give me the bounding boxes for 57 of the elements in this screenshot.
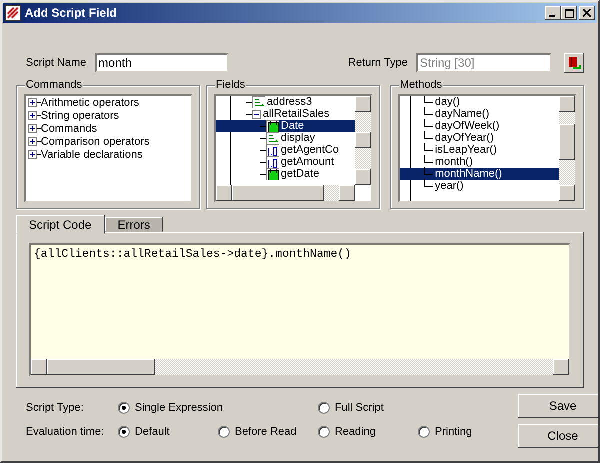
- close-button[interactable]: [579, 6, 595, 20]
- tab[interactable]: Errors: [104, 217, 164, 232]
- tree-item[interactable]: getDate: [279, 168, 322, 180]
- tree-item[interactable]: getAgentCo: [279, 144, 342, 156]
- script-type-label: Script Type:: [26, 402, 85, 414]
- return-type-label: Return Type: [348, 57, 408, 69]
- maximize-icon: [564, 8, 574, 18]
- horizontal-scrollbar[interactable]: [31, 359, 569, 375]
- dialog-button[interactable]: Close: [518, 424, 598, 448]
- close-icon: [583, 9, 591, 17]
- tree-item[interactable]: getAmount: [279, 156, 336, 168]
- method-item[interactable]: dayOfYear(): [433, 132, 496, 144]
- tab[interactable]: Script Code: [16, 215, 105, 234]
- expand-icon[interactable]: [28, 124, 37, 133]
- method-item[interactable]: dayName(): [433, 108, 492, 120]
- horizontal-scrollbar[interactable]: [216, 185, 356, 201]
- radio-option[interactable]: Printing: [418, 426, 518, 438]
- collapse-icon[interactable]: [252, 110, 261, 118]
- code-editor[interactable]: {allClients::allRetailSales->date}.monthName(): [29, 243, 571, 377]
- vertical-scrollbar[interactable]: [559, 96, 575, 201]
- window-title: Add Script Field: [25, 6, 118, 20]
- method-item[interactable]: day(): [433, 96, 462, 108]
- script-name-label: Script Name: [26, 57, 87, 69]
- tree-item[interactable]: address3: [265, 96, 314, 108]
- dialog-button[interactable]: Save: [518, 394, 598, 418]
- maximize-button[interactable]: [561, 6, 577, 20]
- evaluation-time-label: Evaluation time:: [26, 426, 106, 438]
- tree-item[interactable]: Date: [279, 120, 306, 132]
- radio-option[interactable]: Before Read: [218, 426, 318, 438]
- tree-item[interactable]: Variable declarations: [41, 148, 143, 160]
- radio-option[interactable]: Full Script: [318, 402, 384, 414]
- type-picker-button[interactable]: [564, 53, 584, 73]
- tree-item[interactable]: display: [279, 132, 318, 144]
- tree-item[interactable]: Commands: [41, 122, 98, 134]
- expand-icon[interactable]: [28, 111, 37, 120]
- text-field-icon: [266, 132, 279, 144]
- radio-option[interactable]: Default: [118, 426, 218, 438]
- number-field-icon: [266, 144, 279, 156]
- method-item[interactable]: dayOfWeek(): [433, 120, 502, 132]
- tree-item[interactable]: Comparison operators: [41, 136, 150, 148]
- expand-icon[interactable]: [28, 137, 37, 146]
- method-item[interactable]: year(): [433, 180, 466, 192]
- app-icon: [5, 5, 21, 21]
- radio-option[interactable]: Reading: [318, 426, 418, 438]
- minimize-button[interactable]: [545, 6, 561, 20]
- script-name-field[interactable]: month: [94, 53, 229, 73]
- tree-item[interactable]: Arithmetic operators: [41, 96, 140, 108]
- vertical-scrollbar[interactable]: [355, 96, 372, 185]
- tree-item[interactable]: allRetailSales: [261, 108, 332, 120]
- expand-icon[interactable]: [28, 150, 37, 159]
- radio-option[interactable]: Single Expression: [118, 402, 318, 414]
- method-item[interactable]: isLeapYear(): [433, 144, 500, 156]
- code-text: {allClients::allRetailSales->date}.monthName(): [33, 247, 352, 263]
- expand-icon[interactable]: [28, 98, 37, 107]
- number-field-icon: [266, 156, 279, 168]
- method-item[interactable]: month(): [433, 156, 476, 168]
- tree-item[interactable]: String operators: [41, 110, 120, 122]
